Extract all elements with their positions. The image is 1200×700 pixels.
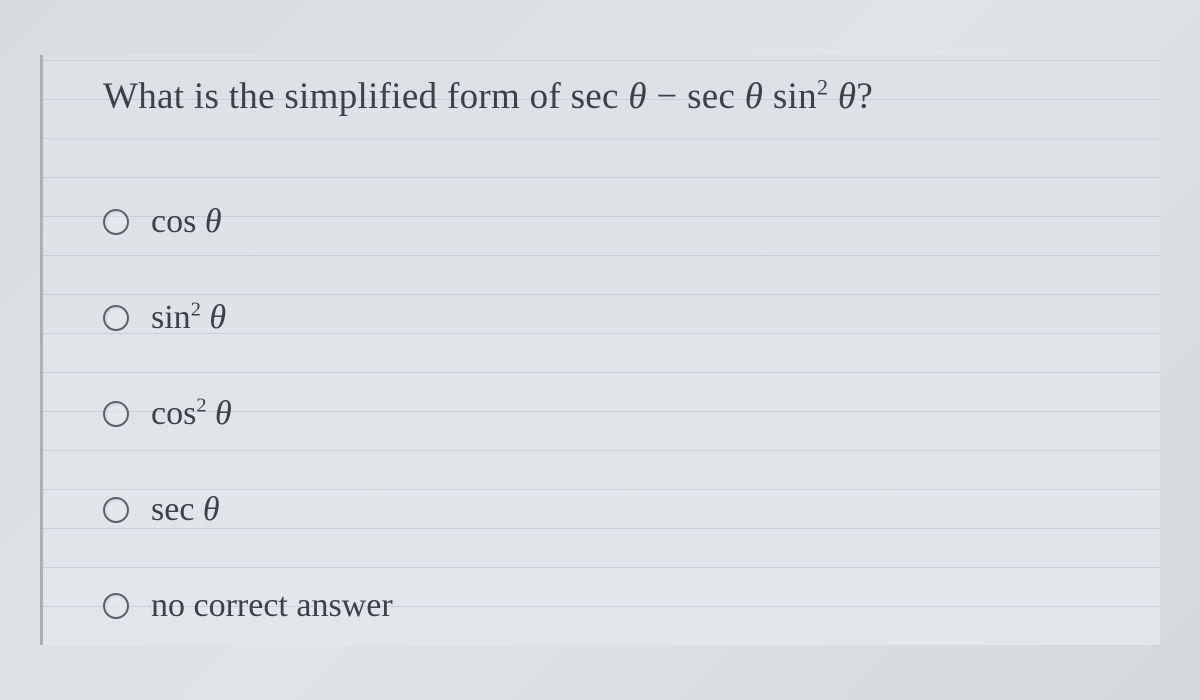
option-label: cos θ <box>151 203 222 241</box>
fn: sec <box>151 491 194 528</box>
exp: 2 <box>196 395 206 417</box>
option-label: no correct answer <box>151 587 393 625</box>
radio-icon[interactable] <box>103 305 129 331</box>
theta: θ <box>203 491 220 528</box>
minus-sign: − <box>647 76 687 117</box>
radio-icon[interactable] <box>103 209 129 235</box>
theta: θ <box>215 395 232 432</box>
theta-1: θ <box>628 76 646 117</box>
expr-sec1: sec <box>571 76 619 117</box>
theta-2: θ <box>745 76 763 117</box>
quiz-container: What is the simplified form of sec θ − s… <box>40 55 1160 645</box>
theta-3: θ <box>838 76 856 117</box>
question-prefix: What is the simplified form of <box>103 76 571 117</box>
fn: cos <box>151 395 196 432</box>
question-text: What is the simplified form of sec θ − s… <box>103 75 1110 118</box>
question-mark: ? <box>856 76 873 117</box>
expr-sin: sin <box>773 76 817 117</box>
option-no-correct[interactable]: no correct answer <box>103 587 1110 625</box>
radio-icon[interactable] <box>103 593 129 619</box>
option-label: sec θ <box>151 491 220 529</box>
option-label: cos2 θ <box>151 395 232 433</box>
expr-sec2: sec <box>687 76 735 117</box>
option-label: sin2 θ <box>151 299 226 337</box>
option-sin2[interactable]: sin2 θ <box>103 299 1110 337</box>
option-sec[interactable]: sec θ <box>103 491 1110 529</box>
radio-icon[interactable] <box>103 401 129 427</box>
options-list: cos θ sin2 θ cos2 θ sec θ no correct ans… <box>103 203 1110 625</box>
option-cos2[interactable]: cos2 θ <box>103 395 1110 433</box>
exponent-2: 2 <box>817 75 828 100</box>
fn: cos <box>151 203 196 240</box>
fn: sin <box>151 299 191 336</box>
radio-icon[interactable] <box>103 497 129 523</box>
theta: θ <box>205 203 222 240</box>
exp: 2 <box>191 299 201 321</box>
theta: θ <box>209 299 226 336</box>
option-cos[interactable]: cos θ <box>103 203 1110 241</box>
